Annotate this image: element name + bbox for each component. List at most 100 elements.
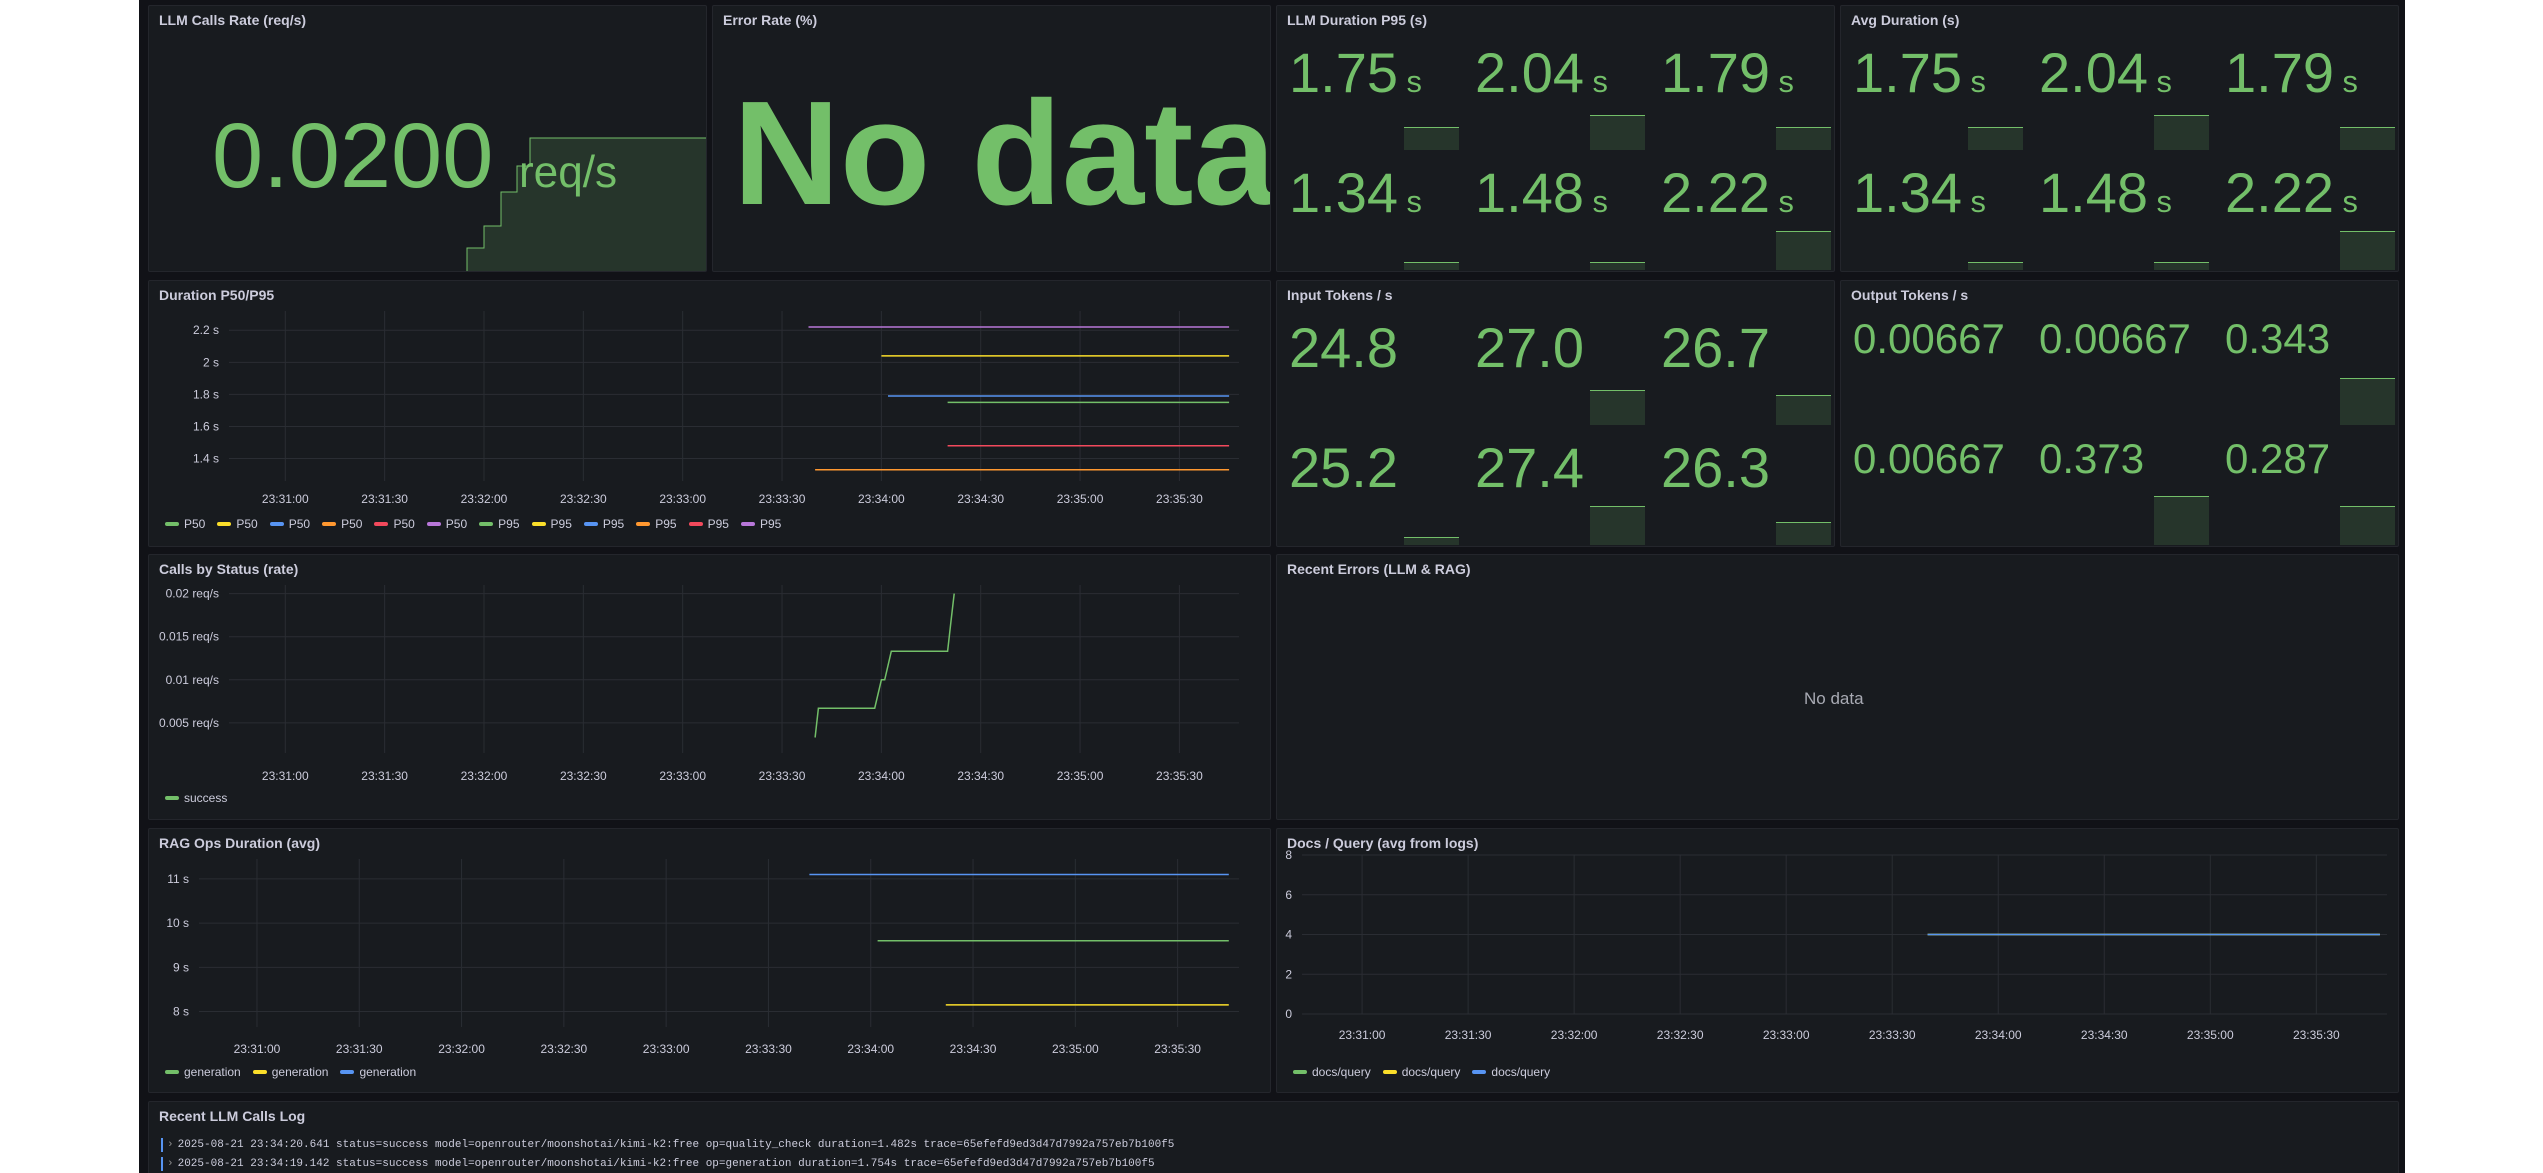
stat-unit: s xyxy=(1398,184,1422,219)
stat-cell[interactable]: 2.22 s xyxy=(1649,150,1834,270)
stat-cell[interactable]: 0.343 xyxy=(2213,305,2398,425)
legend-item[interactable]: P95 xyxy=(740,517,781,531)
stat-cell[interactable]: 1.79 s xyxy=(1649,30,1834,150)
calls-by-status-panel[interactable]: Calls by Status (rate) 23:31:00 23:31:30 2… xyxy=(148,554,1271,820)
stat-unit: s xyxy=(1770,184,1794,219)
legend-item[interactable]: docs/query xyxy=(1472,1065,1550,1079)
legend-label: success xyxy=(184,791,228,805)
x-tick-label: 23:32:00 xyxy=(461,769,508,783)
panel-title: LLM Duration P95 (s) xyxy=(1287,12,1428,28)
stat-cell[interactable]: 1.48 s xyxy=(2027,150,2213,270)
legend-item[interactable]: generation xyxy=(165,1065,241,1079)
legend-item[interactable]: generation xyxy=(252,1065,328,1079)
stat-number: 1.75 xyxy=(1289,41,1398,104)
chevron-right-icon[interactable]: › xyxy=(167,1139,174,1151)
stat-cell[interactable]: 0.287 xyxy=(2213,425,2398,545)
x-tick-label: 23:33:30 xyxy=(1869,1028,1916,1042)
legend-item[interactable]: P50 xyxy=(374,517,415,531)
legend-item[interactable]: P95 xyxy=(479,517,520,531)
legend-item[interactable]: success xyxy=(165,791,227,805)
output-tokens-panel[interactable]: Output Tokens / s 0.00667 0.00667 0.343 0.0… xyxy=(1840,280,2399,547)
x-tick-label: 23:34:00 xyxy=(858,492,905,506)
x-tick-label: 23:31:00 xyxy=(262,492,309,506)
legend-item[interactable]: P50 xyxy=(322,517,362,531)
legend-swatch xyxy=(340,1070,355,1074)
stat-cell[interactable]: 1.79 s xyxy=(2213,30,2398,150)
stat-value: 27.4 xyxy=(1475,435,1584,500)
stat-cell[interactable]: 1.75 s xyxy=(1277,30,1463,150)
stat-unit: s xyxy=(2148,64,2172,99)
stat-cell[interactable]: 1.75 s xyxy=(1841,30,2027,150)
stat-cell[interactable]: 0.00667 xyxy=(2027,305,2213,425)
docs-per-query-panel[interactable]: Docs / Query (avg from logs) 23:31:00 23:… xyxy=(1276,828,2399,1093)
stat-cell[interactable]: 2.22 s xyxy=(2213,150,2398,270)
y-tick-label: 2 xyxy=(1285,967,1292,981)
recent-llm-log-panel[interactable]: Recent LLM Calls Log › 2025-08-21 23:34:2… xyxy=(148,1101,2399,1173)
stat-cell[interactable]: 24.8 xyxy=(1277,305,1463,425)
legend-swatch xyxy=(583,522,598,526)
recent-errors-panel[interactable]: Recent Errors (LLM & RAG) No data xyxy=(1276,554,2399,820)
x-tick-label: 23:35:30 xyxy=(1156,769,1203,783)
x-tick-label: 23:33:00 xyxy=(643,1042,690,1056)
stat-cell[interactable]: 0.373 xyxy=(2027,425,2213,545)
rag-ops-duration-panel[interactable]: RAG Ops Duration (avg) 23:31:00 23:31:30 2… xyxy=(148,828,1271,1093)
legend-item[interactable]: P95 xyxy=(688,517,729,531)
stat-cell[interactable]: 26.7 xyxy=(1649,305,1834,425)
stat-sparkline xyxy=(1776,127,1831,150)
stat-cell[interactable]: 26.3 xyxy=(1649,425,1834,545)
stat-value: 0.373 xyxy=(2039,435,2144,483)
stat-sparkline xyxy=(2154,115,2209,150)
rag-duration-chart[interactable]: 23:31:00 23:31:30 23:32:00 23:32:30 23:33:00… xyxy=(149,829,1271,1093)
stat-cell[interactable]: 0.00667 xyxy=(1841,425,2027,545)
stat-sparkline xyxy=(1776,395,1831,425)
stat-number: 24.8 xyxy=(1289,316,1398,379)
llm-calls-rate-panel[interactable]: LLM Calls Rate (req/s) 0.0200 req/s xyxy=(148,5,707,272)
chevron-right-icon[interactable]: › xyxy=(167,1158,174,1170)
legend-swatch xyxy=(1293,1070,1307,1074)
x-tick-label: 23:34:30 xyxy=(950,1042,997,1056)
avg-duration-panel[interactable]: Avg Duration (s) 1.75 s 2.04 s 1.79 s 1.34 … xyxy=(1840,5,2399,272)
legend-label: P50 xyxy=(184,517,206,531)
y-tick-label: 0.015 req/s xyxy=(159,630,219,644)
llm-duration-p95-panel[interactable]: LLM Duration P95 (s) 1.75 s 2.04 s 1.79 s1… xyxy=(1276,5,1835,272)
duration-chart[interactable]: 23:31:00 23:31:30 23:32:00 23:32:30 23:33:00… xyxy=(149,281,1271,547)
legend-item[interactable]: P50 xyxy=(165,517,205,531)
input-tokens-panel[interactable]: Input Tokens / s 24.8 27.0 26.7 25.2 27.4 26.… xyxy=(1276,280,1835,547)
stat-value: 0.287 xyxy=(2225,435,2330,483)
stat-number: 25.2 xyxy=(1289,436,1398,499)
duration-p50-p95-panel[interactable]: Duration P50/P95 23:31:00 23:31:30 23:32:0… xyxy=(148,280,1271,547)
legend-item[interactable]: P50 xyxy=(217,517,258,531)
stat-cell[interactable]: 27.0 xyxy=(1463,305,1649,425)
stat-cell[interactable]: 0.00667 xyxy=(1841,305,2027,425)
y-tick-label: 1.4 s xyxy=(193,452,219,466)
legend-label: generation xyxy=(359,1065,417,1079)
stat-number: 1.75 xyxy=(1853,41,1962,104)
log-line[interactable]: › 2025-08-21 23:34:19.142 status=success … xyxy=(161,1154,1174,1173)
stat-cell[interactable]: 1.48 s xyxy=(1463,150,1649,270)
stat-cell[interactable]: 2.04 s xyxy=(1463,30,1649,150)
docs-query-chart[interactable]: 23:31:00 23:31:30 23:32:00 23:32:30 23:33:00… xyxy=(1277,829,2399,1093)
legend-item[interactable]: P50 xyxy=(269,517,310,531)
stat-cell[interactable]: 2.04 s xyxy=(2027,30,2213,150)
legend-item[interactable]: P95 xyxy=(583,517,624,531)
legend-item[interactable]: P50 xyxy=(426,517,467,531)
stat-number: 2.22 xyxy=(2225,161,2334,224)
legend-item[interactable]: docs/query xyxy=(1382,1065,1460,1079)
error-rate-value: No data xyxy=(733,71,1271,236)
legend-item[interactable]: P95 xyxy=(636,517,677,531)
stat-value: 1.79 s xyxy=(2225,40,2358,105)
legend-swatch xyxy=(1382,1070,1397,1074)
y-tick-label: 6 xyxy=(1285,888,1292,902)
series-line[interactable] xyxy=(814,593,955,738)
legend-item[interactable]: docs/query xyxy=(1293,1065,1371,1079)
error-rate-panel[interactable]: Error Rate (%) No data xyxy=(712,5,1271,272)
stat-cell[interactable]: 1.34 s xyxy=(1841,150,2027,270)
stat-unit: s xyxy=(2334,184,2358,219)
calls-status-chart[interactable]: 23:31:00 23:31:30 23:32:00 23:32:30 23:33:00… xyxy=(149,555,1271,820)
stat-cell[interactable]: 25.2 xyxy=(1277,425,1463,545)
log-line[interactable]: › 2025-08-21 23:34:20.641 status=success … xyxy=(161,1135,1174,1154)
stat-cell[interactable]: 1.34 s xyxy=(1277,150,1463,270)
stat-cell[interactable]: 27.4 xyxy=(1463,425,1649,545)
legend-item[interactable]: generation xyxy=(340,1065,416,1079)
legend-item[interactable]: P95 xyxy=(531,517,572,531)
